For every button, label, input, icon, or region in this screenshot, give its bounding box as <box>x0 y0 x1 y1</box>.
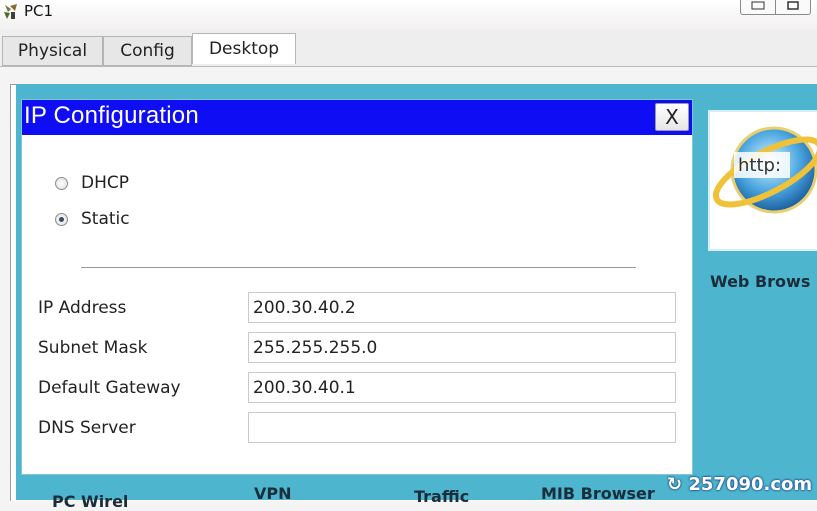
dhcp-option[interactable]: DHCP <box>55 173 129 193</box>
dhcp-label: DHCP <box>81 173 129 193</box>
window-titlebar: PC1 <box>0 0 817 30</box>
maximize-button[interactable] <box>776 0 811 15</box>
subnet-mask-input[interactable] <box>248 332 676 363</box>
default-gateway-label: Default Gateway <box>38 378 181 398</box>
traffic-generator-label[interactable]: Traffic <box>414 487 469 506</box>
pc-app-icon <box>4 4 17 19</box>
ip-address-label: IP Address <box>38 298 127 318</box>
mib-browser-label[interactable]: MIB Browser <box>541 484 655 503</box>
separator <box>81 267 636 268</box>
ip-configuration-dialog: IP Configuration X DHCP Static IP Addres… <box>22 100 692 474</box>
tab-desktop[interactable]: Desktop <box>192 33 296 64</box>
pc-wireless-label[interactable]: PC Wirel <box>52 492 128 511</box>
dns-server-input[interactable] <box>248 412 676 443</box>
subnet-mask-label: Subnet Mask <box>38 338 148 358</box>
vpn-label[interactable]: VPN <box>254 484 292 503</box>
tab-physical[interactable]: Physical <box>2 36 103 66</box>
dialog-titlebar: IP Configuration X <box>22 100 692 135</box>
static-radio[interactable] <box>55 212 68 226</box>
static-option[interactable]: Static <box>55 209 130 229</box>
dns-server-label: DNS Server <box>38 418 136 438</box>
watermark-text: 257090.com <box>688 474 813 495</box>
watermark: ↻ 257090.com <box>667 474 812 495</box>
minimize-icon <box>751 1 765 10</box>
web-browser-label[interactable]: Web Brows <box>710 272 810 291</box>
tab-config[interactable]: Config <box>103 36 192 66</box>
http-text: http: <box>738 155 781 176</box>
window-title: PC1 <box>24 2 54 20</box>
watermark-logo-icon: ↻ <box>667 474 683 495</box>
web-browser-tile[interactable]: http: <box>708 110 817 251</box>
window-controls <box>740 0 811 16</box>
tab-strip: Physical Config Desktop <box>0 30 817 67</box>
static-label: Static <box>81 209 130 229</box>
ip-address-input[interactable] <box>248 292 676 323</box>
close-button[interactable]: X <box>655 103 689 131</box>
maximize-icon <box>787 1 799 10</box>
minimize-button[interactable] <box>740 0 776 15</box>
web-browser-icon: http: <box>712 126 817 214</box>
dhcp-radio[interactable] <box>55 176 68 190</box>
default-gateway-input[interactable] <box>248 372 676 403</box>
dialog-title: IP Configuration <box>24 102 199 129</box>
